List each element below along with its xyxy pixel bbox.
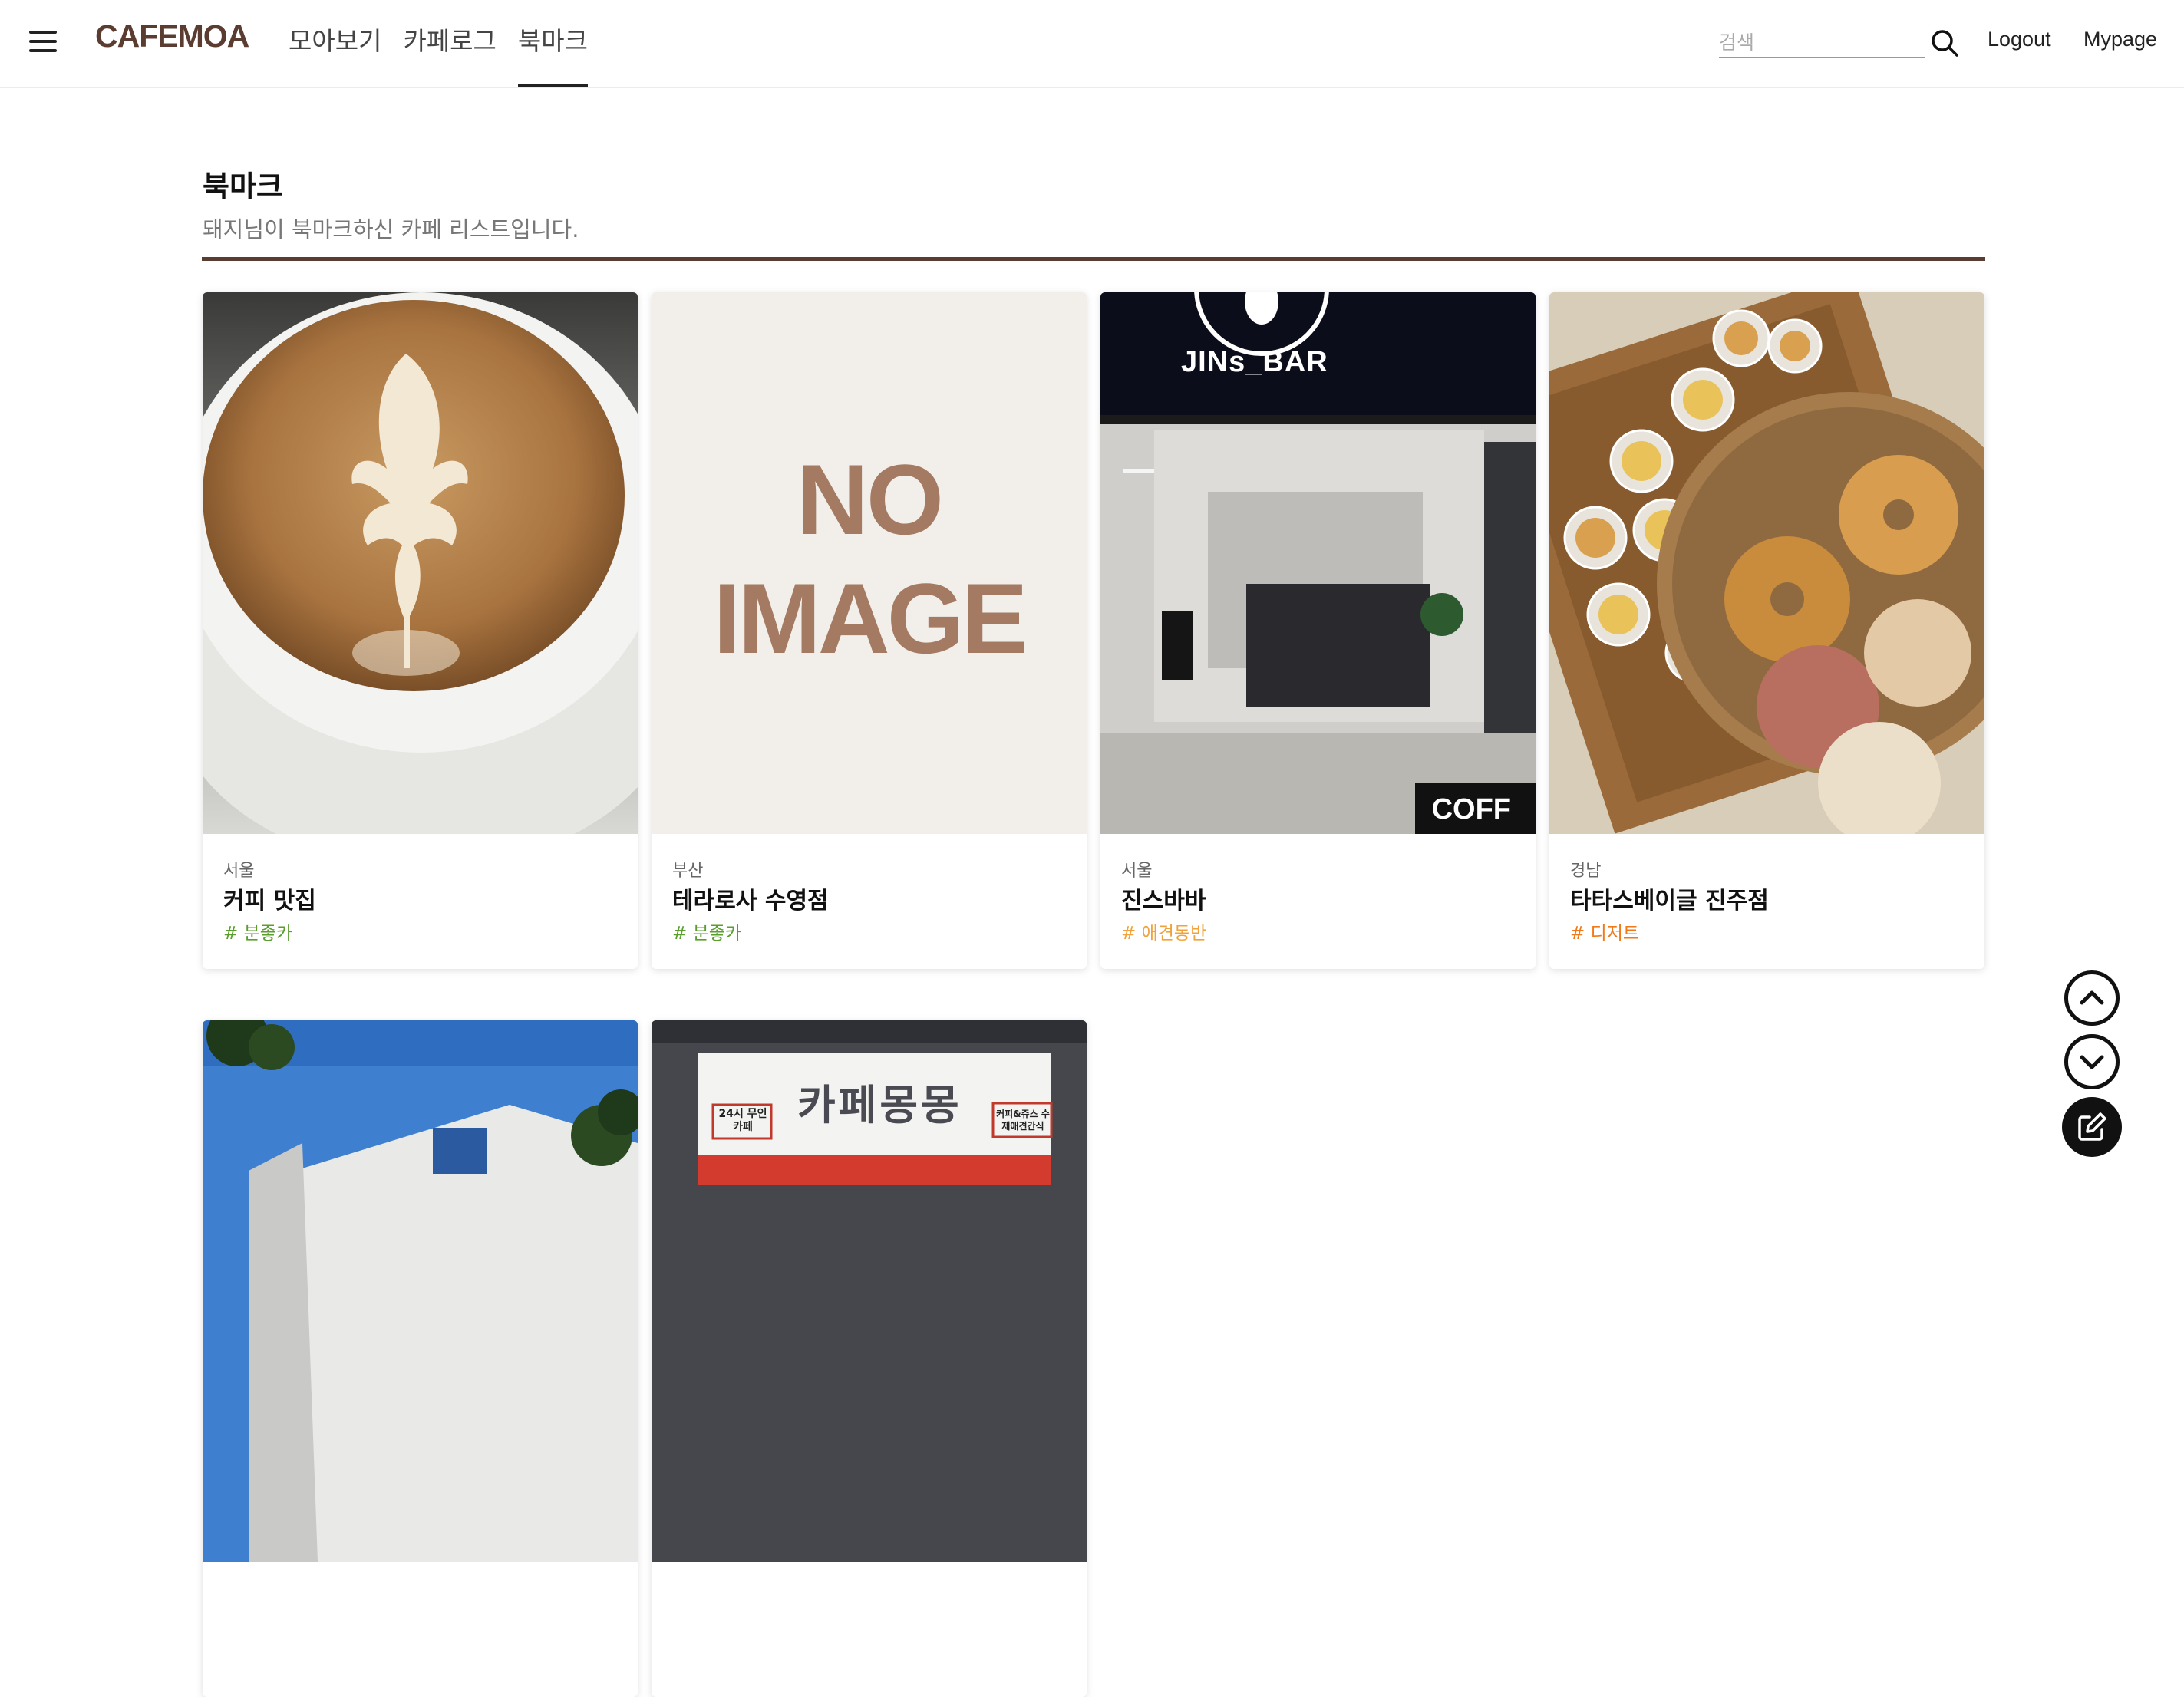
card-tag: # 분좋카: [223, 924, 293, 944]
card-info: 경남 타타스베이글 진주점 # 디저트: [1549, 834, 1984, 969]
building-sky-photo: [203, 1020, 638, 1562]
cafe-sign-text: JINs_BAR: [1181, 346, 1328, 378]
page-title: 북마크: [203, 170, 283, 203]
no-image-placeholder: NO IMAGE: [652, 292, 1087, 834]
card-info: 서울 커피 맛집 # 분좋카: [203, 834, 638, 969]
cafe-card[interactable]: NO IMAGE 부산 테라로사 수영점 # 분좋카: [652, 292, 1087, 969]
chevron-down-icon: [2080, 1055, 2104, 1069]
cafe-card[interactable]: [203, 1020, 638, 1697]
bagel-basket-photo: [1549, 292, 1984, 834]
card-tag: # 디저트: [1570, 924, 1640, 944]
card-region: 서울: [223, 862, 255, 881]
cafe-card[interactable]: 카페몽몽 24시 무인카페 커피&쥬스 수제애견간식: [652, 1020, 1087, 1697]
card-region: 서울: [1121, 862, 1153, 881]
mypage-link[interactable]: Mypage: [2083, 28, 2157, 51]
cafe-interior-photo: COFF JINs_BAR: [1100, 292, 1536, 834]
latte-art-photo: [203, 292, 638, 834]
search-input[interactable]: [1719, 28, 1925, 58]
no-image-text-line1: NO: [797, 443, 944, 555]
card-name: 커피 맛집: [223, 888, 316, 914]
storefront-sign-text: 카페몽몽: [797, 1081, 962, 1129]
nav-item-bookmark[interactable]: 북마크: [517, 0, 588, 87]
storefront-sign-right: 커피&쥬스 수제애견간식: [996, 1109, 1050, 1132]
nav-item-collection[interactable]: 모아보기: [289, 0, 381, 87]
scroll-down-button[interactable]: [2064, 1034, 2120, 1089]
logo[interactable]: CAFEMOA: [95, 18, 249, 54]
edit-icon: [2078, 1112, 2106, 1141]
write-button[interactable]: [2062, 1097, 2122, 1157]
storefront-sign-left: 24시 무인카페: [718, 1108, 767, 1133]
chevron-up-icon: [2080, 990, 2104, 1005]
no-image-text-line2: IMAGE: [713, 562, 1028, 674]
heading-divider: [202, 257, 1985, 261]
card-tag: # 애견동반: [1121, 924, 1207, 944]
svg-text:COFF: COFF: [1432, 793, 1511, 825]
top-header: CAFEMOA 모아보기 카페로그 북마크 Logout Mypage: [0, 0, 2184, 88]
card-tag: # 분좋카: [672, 924, 742, 944]
card-name: 타타스베이글 진주점: [1570, 888, 1769, 914]
hamburger-menu-icon[interactable]: [29, 31, 57, 52]
nav-item-cafelog[interactable]: 카페로그: [403, 0, 496, 87]
card-region: 경남: [1570, 862, 1602, 881]
card-name: 테라로사 수영점: [672, 888, 829, 914]
cafe-card[interactable]: COFF JINs_BAR 서울 진스바바 # 애견동반: [1100, 292, 1536, 969]
card-info: 부산 테라로사 수영점 # 분좋카: [652, 834, 1087, 969]
search-icon[interactable]: [1929, 28, 1960, 58]
cafe-storefront-photo: 카페몽몽 24시 무인카페 커피&쥬스 수제애견간식: [652, 1020, 1087, 1562]
scroll-up-button[interactable]: [2064, 970, 2120, 1026]
cafe-card[interactable]: 경남 타타스베이글 진주점 # 디저트: [1549, 292, 1984, 969]
page-subtitle: 돼지님이 북마크하신 카페 리스트입니다.: [203, 216, 579, 242]
card-region: 부산: [672, 862, 704, 881]
card-name: 진스바바: [1121, 888, 1206, 914]
logout-link[interactable]: Logout: [1988, 28, 2051, 51]
cafe-card[interactable]: 서울 커피 맛집 # 분좋카: [203, 292, 638, 969]
main-nav: 모아보기 카페로그 북마크: [289, 0, 609, 87]
card-info: 서울 진스바바 # 애견동반: [1100, 834, 1536, 969]
